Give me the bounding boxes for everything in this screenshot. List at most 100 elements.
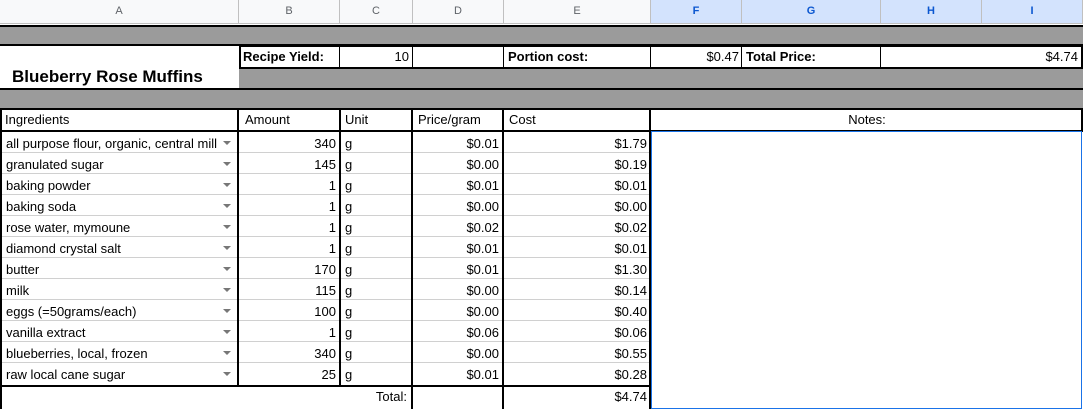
cost-cell[interactable]: $0.00 bbox=[504, 195, 649, 216]
header-price[interactable]: Price/gram bbox=[415, 110, 503, 131]
column-header-i[interactable]: I bbox=[982, 0, 1083, 24]
cost-cell[interactable]: $0.02 bbox=[504, 216, 649, 237]
border bbox=[339, 45, 340, 67]
column-header-d[interactable]: D bbox=[413, 0, 504, 24]
unit-cell[interactable]: g bbox=[342, 279, 411, 300]
column-header-h[interactable]: H bbox=[881, 0, 982, 24]
amount-cell[interactable]: 115 bbox=[241, 279, 339, 300]
unit-cell[interactable]: g bbox=[342, 300, 411, 321]
chevron-down-icon[interactable] bbox=[223, 267, 231, 271]
ingredient-name-cell[interactable]: butter bbox=[2, 258, 222, 279]
total-price-value[interactable]: $4.74 bbox=[882, 47, 1081, 67]
column-header-f[interactable]: F bbox=[651, 0, 742, 24]
price-cell[interactable]: $0.01 bbox=[413, 237, 502, 258]
price-cell[interactable]: $0.01 bbox=[413, 132, 502, 153]
amount-cell[interactable]: 1 bbox=[241, 216, 339, 237]
amount-cell[interactable]: 340 bbox=[241, 342, 339, 363]
header-cost[interactable]: Cost bbox=[506, 110, 651, 131]
cost-cell[interactable]: $0.19 bbox=[504, 153, 649, 174]
cost-cell[interactable]: $0.28 bbox=[504, 363, 649, 384]
chevron-down-icon[interactable] bbox=[223, 183, 231, 187]
ingredient-name-cell[interactable]: rose water, mymoune bbox=[2, 216, 222, 237]
header-unit[interactable]: Unit bbox=[342, 110, 412, 131]
amount-cell[interactable]: 340 bbox=[241, 132, 339, 153]
chevron-down-icon[interactable] bbox=[223, 309, 231, 313]
unit-cell[interactable]: g bbox=[342, 258, 411, 279]
recipe-yield-value[interactable]: 10 bbox=[341, 47, 412, 67]
ingredient-name-cell[interactable]: baking powder bbox=[2, 174, 222, 195]
chevron-down-icon[interactable] bbox=[223, 204, 231, 208]
cost-cell[interactable]: $1.30 bbox=[504, 258, 649, 279]
chevron-down-icon[interactable] bbox=[223, 141, 231, 145]
amount-cell[interactable]: 1 bbox=[241, 195, 339, 216]
cost-cell[interactable]: $0.01 bbox=[504, 174, 649, 195]
unit-cell[interactable]: g bbox=[342, 132, 411, 153]
ingredient-name-cell[interactable]: blueberries, local, frozen bbox=[2, 342, 222, 363]
price-cell[interactable]: $0.01 bbox=[413, 258, 502, 279]
cost-cell[interactable]: $0.55 bbox=[504, 342, 649, 363]
price-cell[interactable]: $0.02 bbox=[413, 216, 502, 237]
amount-cell[interactable]: 1 bbox=[241, 321, 339, 342]
header-ingredients[interactable]: Ingredients bbox=[0, 110, 239, 131]
ingredient-name-cell[interactable]: all purpose flour, organic, central mill bbox=[2, 132, 222, 153]
empty-cell[interactable] bbox=[413, 387, 502, 408]
total-price-label[interactable]: Total Price: bbox=[744, 47, 881, 67]
unit-cell[interactable]: g bbox=[342, 216, 411, 237]
ingredient-name-cell[interactable]: granulated sugar bbox=[2, 153, 222, 174]
unit-cell[interactable]: g bbox=[342, 342, 411, 363]
ingredient-name-cell[interactable]: vanilla extract bbox=[2, 321, 222, 342]
chevron-down-icon[interactable] bbox=[223, 246, 231, 250]
amount-cell[interactable]: 100 bbox=[241, 300, 339, 321]
cost-cell[interactable]: $1.79 bbox=[504, 132, 649, 153]
column-header-e[interactable]: E bbox=[504, 0, 651, 24]
amount-cell[interactable]: 170 bbox=[241, 258, 339, 279]
column-header-c[interactable]: C bbox=[340, 0, 413, 24]
price-cell[interactable]: $0.00 bbox=[413, 342, 502, 363]
column-header-a[interactable]: A bbox=[0, 0, 239, 24]
chevron-down-icon[interactable] bbox=[223, 162, 231, 166]
amount-cell[interactable]: 145 bbox=[241, 153, 339, 174]
unit-cell[interactable]: g bbox=[342, 153, 411, 174]
chevron-down-icon[interactable] bbox=[223, 351, 231, 355]
recipe-yield-label[interactable]: Recipe Yield: bbox=[241, 47, 340, 67]
ingredient-name-cell[interactable]: eggs (=50grams/each) bbox=[2, 300, 222, 321]
ingredient-name-cell[interactable]: milk bbox=[2, 279, 222, 300]
ingredient-name-cell[interactable]: baking soda bbox=[2, 195, 222, 216]
price-cell[interactable]: $0.01 bbox=[413, 174, 502, 195]
price-cell[interactable]: $0.00 bbox=[413, 300, 502, 321]
chevron-down-icon[interactable] bbox=[223, 225, 231, 229]
amount-cell[interactable]: 1 bbox=[241, 237, 339, 258]
unit-cell[interactable]: g bbox=[342, 237, 411, 258]
amount-cell[interactable]: 1 bbox=[241, 174, 339, 195]
price-cell[interactable]: $0.00 bbox=[413, 279, 502, 300]
empty-cell[interactable] bbox=[414, 47, 504, 67]
recipe-title[interactable]: Blueberry Rose Muffins bbox=[0, 46, 239, 88]
unit-cell[interactable]: g bbox=[342, 174, 411, 195]
chevron-down-icon[interactable] bbox=[223, 288, 231, 292]
chevron-down-icon[interactable] bbox=[223, 372, 231, 376]
portion-cost-label[interactable]: Portion cost: bbox=[506, 47, 651, 67]
total-value[interactable]: $4.74 bbox=[504, 387, 649, 408]
notes-area[interactable] bbox=[651, 131, 1082, 409]
price-cell[interactable]: $0.01 bbox=[413, 363, 502, 384]
unit-cell[interactable]: g bbox=[342, 363, 411, 384]
header-amount[interactable]: Amount bbox=[241, 110, 340, 131]
column-header-b[interactable]: B bbox=[239, 0, 340, 24]
chevron-down-icon[interactable] bbox=[223, 330, 231, 334]
cost-cell[interactable]: $0.40 bbox=[504, 300, 649, 321]
column-header-g[interactable]: G bbox=[742, 0, 881, 24]
header-notes[interactable]: Notes: bbox=[652, 110, 1082, 131]
amount-cell[interactable]: 25 bbox=[241, 363, 339, 384]
price-cell[interactable]: $0.06 bbox=[413, 321, 502, 342]
portion-cost-value[interactable]: $0.47 bbox=[652, 47, 742, 67]
cost-cell[interactable]: $0.14 bbox=[504, 279, 649, 300]
unit-cell[interactable]: g bbox=[342, 195, 411, 216]
unit-cell[interactable]: g bbox=[342, 321, 411, 342]
total-label[interactable]: Total: bbox=[2, 387, 409, 408]
price-cell[interactable]: $0.00 bbox=[413, 195, 502, 216]
cost-cell[interactable]: $0.06 bbox=[504, 321, 649, 342]
ingredient-name-cell[interactable]: diamond crystal salt bbox=[2, 237, 222, 258]
price-cell[interactable]: $0.00 bbox=[413, 153, 502, 174]
ingredient-name-cell[interactable]: raw local cane sugar bbox=[2, 363, 222, 384]
cost-cell[interactable]: $0.01 bbox=[504, 237, 649, 258]
